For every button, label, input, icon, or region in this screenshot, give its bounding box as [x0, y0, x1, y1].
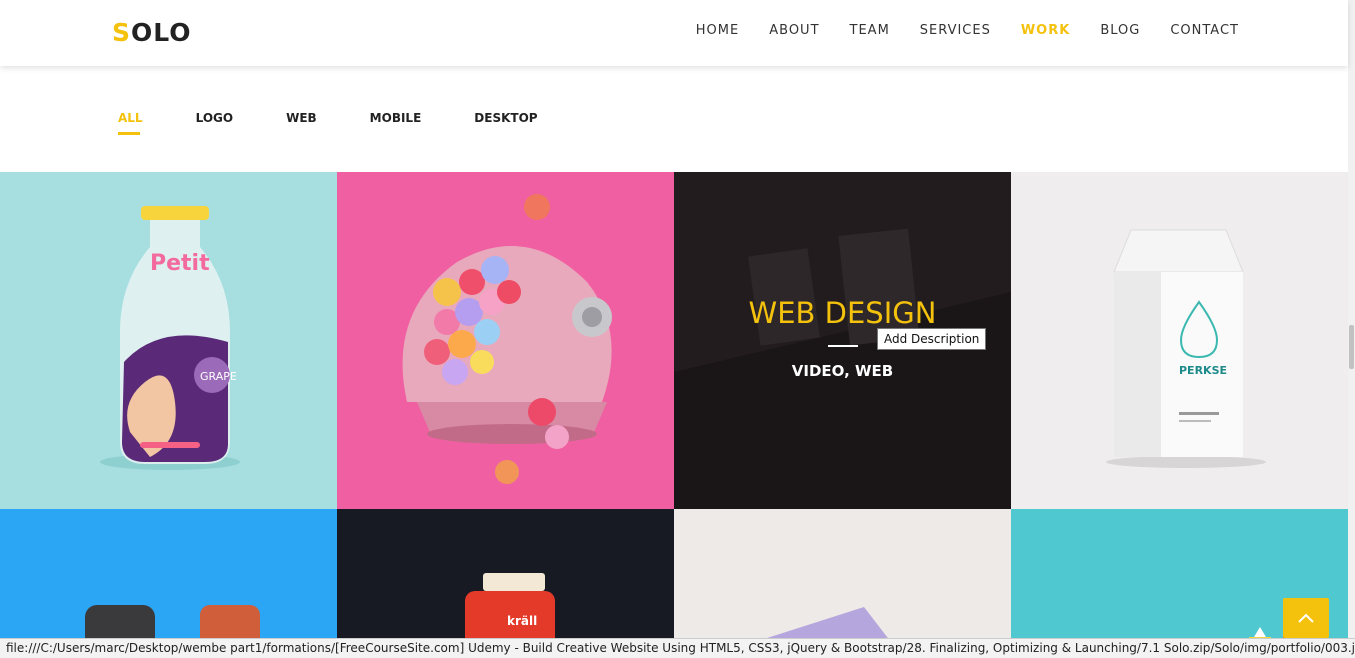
portfolio-item-chairs[interactable]	[0, 509, 337, 658]
portfolio-filters: ALL LOGO WEB MOBILE DESKTOP	[118, 111, 591, 135]
paper-image	[764, 607, 904, 658]
svg-text:kräll: kräll	[507, 614, 537, 628]
filter-logo[interactable]: LOGO	[196, 111, 233, 135]
milk-carton-image: PERKSE	[1106, 229, 1266, 468]
portfolio-item-categories: VIDEO, WEB	[791, 362, 894, 380]
logo-accent: S	[112, 18, 132, 47]
filter-desktop[interactable]: DESKTOP	[474, 111, 537, 135]
filter-all[interactable]: ALL	[118, 111, 143, 135]
nav-blog[interactable]: BLOG	[1100, 23, 1140, 38]
nav-contact[interactable]: CONTACT	[1170, 23, 1239, 38]
navbar: SOLO HOME ABOUT TEAM SERVICES WORK BLOG …	[0, 0, 1348, 66]
scrollbar-thumb[interactable]	[1349, 325, 1354, 369]
chevron-up-icon	[1298, 613, 1314, 623]
nav-work[interactable]: WORK	[1021, 23, 1070, 38]
mug-image: kräll	[465, 573, 555, 658]
portfolio-item-mug[interactable]: kräll	[337, 509, 674, 658]
nav-home[interactable]: HOME	[696, 23, 739, 38]
main-nav: HOME ABOUT TEAM SERVICES WORK BLOG CONTA…	[696, 23, 1239, 38]
scroll-to-top-button[interactable]	[1283, 598, 1329, 638]
svg-text:GRAPE: GRAPE	[200, 370, 237, 383]
astronaut-helmet-image	[402, 194, 612, 484]
filter-mobile[interactable]: MOBILE	[370, 111, 422, 135]
portfolio-item-bottle[interactable]: GRAPE Petit	[0, 172, 337, 509]
bottle-image: GRAPE Petit	[100, 206, 240, 470]
nav-team[interactable]: TEAM	[850, 23, 890, 38]
logo[interactable]: SOLO	[112, 18, 192, 47]
chairs-image	[85, 605, 260, 658]
title-divider	[828, 345, 858, 347]
filter-web[interactable]: WEB	[286, 111, 317, 135]
portfolio-item-paper[interactable]	[674, 509, 1011, 658]
portfolio-item-carton[interactable]: PERKSE	[1011, 172, 1348, 509]
scrollbar[interactable]	[1348, 0, 1355, 658]
logo-text: OLO	[131, 18, 192, 47]
tooltip: Add Description	[877, 328, 987, 350]
svg-text:PERKSE: PERKSE	[1179, 364, 1227, 377]
browser-status-bar: file:///C:/Users/marc/Desktop/wembe part…	[0, 638, 1355, 658]
portfolio-item-helmet[interactable]	[337, 172, 674, 509]
svg-text:Petit: Petit	[150, 251, 210, 276]
nav-about[interactable]: ABOUT	[769, 23, 819, 38]
nav-services[interactable]: SERVICES	[920, 23, 991, 38]
portfolio-item-title: WEB DESIGN	[748, 296, 937, 330]
